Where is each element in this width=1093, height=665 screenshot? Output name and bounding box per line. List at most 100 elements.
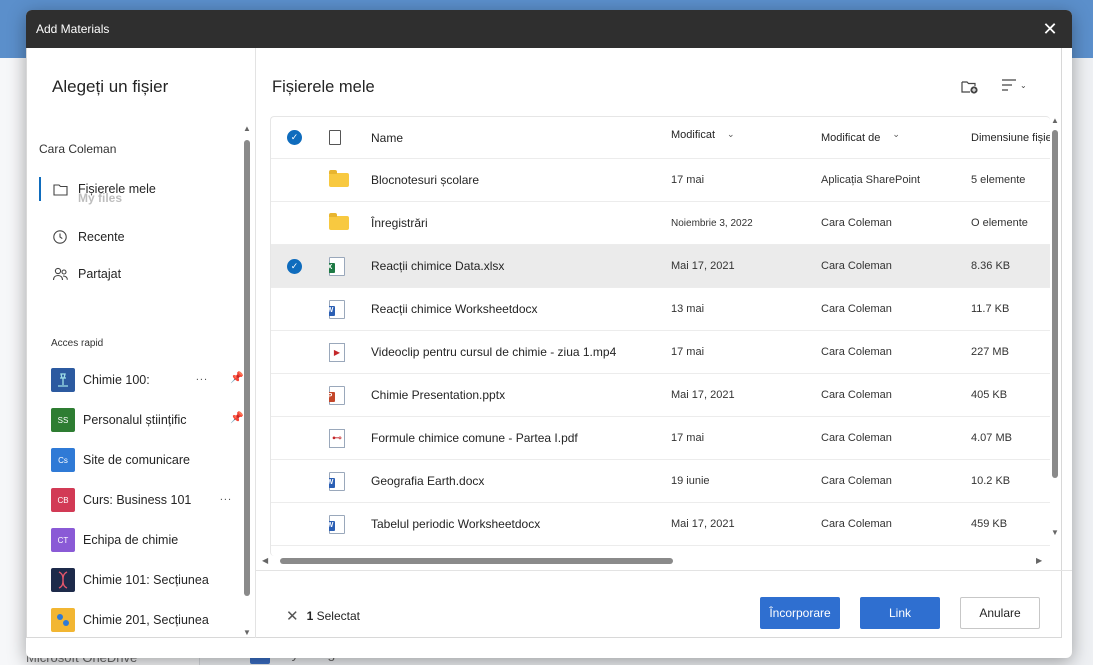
site-avatar: CB: [51, 488, 75, 512]
history-icon: [51, 228, 69, 246]
quick-access-item-curs-business-101[interactable]: CB Curs: Business 101 ...: [51, 485, 231, 515]
quick-access-label: Site de comunicare: [83, 453, 191, 467]
quick-access-item-echipa-de-chimie[interactable]: CT Echipa de chimie: [51, 525, 226, 555]
scrollbar-thumb[interactable]: [1052, 130, 1058, 478]
video-file-icon: ▶: [329, 331, 353, 373]
sidebar-scrollbar[interactable]: ▲ ▼: [243, 124, 251, 638]
file-list-horizontal-scrollbar[interactable]: ◀ ▶: [262, 556, 1048, 566]
pdf-file-icon: ⊷: [329, 417, 353, 459]
row-checkbox[interactable]: [287, 417, 307, 459]
selected-count: 1: [306, 609, 314, 623]
file-modified: Mai 17, 2021: [671, 518, 735, 530]
scroll-up-arrow-icon[interactable]: ▲: [243, 124, 251, 133]
table-row[interactable]: ▶ Videoclip pentru cursul de chimie - zi…: [271, 331, 1050, 374]
selection-status: ✕ 1 Selectat: [286, 607, 360, 625]
sort-view-button[interactable]: ⌄: [1001, 79, 1027, 91]
scroll-left-arrow-icon[interactable]: ◀: [262, 556, 268, 565]
scrollbar-thumb[interactable]: [280, 558, 673, 564]
word-file-icon: W: [329, 460, 353, 502]
file-modified-by: Cara Coleman: [821, 346, 892, 358]
file-modified: Mai 17, 2021: [671, 260, 735, 272]
cancel-button[interactable]: Anulare: [960, 597, 1040, 629]
sidebar-item-my-files[interactable]: Fișierele mele My files: [39, 175, 239, 205]
close-icon[interactable]: ✕: [1040, 19, 1060, 40]
scroll-down-arrow-icon[interactable]: ▼: [243, 628, 251, 637]
new-folder-icon[interactable]: [961, 79, 979, 97]
file-name[interactable]: Videoclip pentru cursul de chimie - ziua…: [371, 331, 661, 373]
row-checkbox[interactable]: [287, 159, 307, 201]
quick-access-item-site-de-comunicare[interactable]: Cs Site de comunicare: [51, 445, 226, 475]
people-icon: [51, 265, 69, 283]
scroll-up-arrow-icon[interactable]: ▲: [1051, 116, 1059, 125]
more-options-icon[interactable]: ...: [196, 371, 208, 383]
file-name[interactable]: Chimie Presentation.pptx: [371, 374, 661, 416]
table-row[interactable]: Înregistrări Noiembrie 3, 2022 Cara Cole…: [271, 202, 1050, 245]
file-name[interactable]: Reacții chimice Data.xlsx: [371, 245, 661, 287]
column-header-file-size[interactable]: Dimensiune fișier: [971, 117, 1050, 158]
table-row[interactable]: P Chimie Presentation.pptx Mai 17, 2021 …: [271, 374, 1050, 417]
table-row[interactable]: W Reacții chimice Worksheetdocx 13 mai C…: [271, 288, 1050, 331]
file-type-column-header[interactable]: [329, 117, 353, 158]
quick-access-item-chimie-201[interactable]: Chimie 201, Secțiunea: [51, 605, 226, 635]
sidebar-item-recent[interactable]: Recente: [39, 223, 239, 251]
embed-button[interactable]: Încorporare: [760, 597, 840, 629]
pin-icon[interactable]: 📌: [230, 371, 244, 384]
folder-icon: [329, 159, 353, 201]
row-checkbox[interactable]: [287, 503, 307, 545]
quick-access-heading: Acces rapid: [51, 338, 104, 349]
quick-access-item-chimie-101[interactable]: Chimie 101: Secțiunea: [51, 565, 226, 595]
row-checkbox[interactable]: [287, 460, 307, 502]
sidebar-item-label: Recente: [78, 230, 125, 244]
file-name[interactable]: Blocnotesuri școlare: [371, 159, 661, 201]
row-checkbox[interactable]: [287, 288, 307, 330]
column-header-name[interactable]: Name: [371, 117, 661, 158]
folder-icon: [329, 202, 353, 244]
file-name[interactable]: Reacții chimice Worksheetdocx: [371, 288, 661, 330]
row-checkbox[interactable]: [287, 202, 307, 244]
column-header-modified[interactable]: Modificat ⌄: [671, 117, 811, 158]
file-name[interactable]: Înregistrări: [371, 202, 661, 244]
table-row[interactable]: Blocnotesuri școlare 17 mai Aplicația Sh…: [271, 159, 1050, 202]
pin-icon[interactable]: 📌: [230, 411, 244, 424]
link-button[interactable]: Link: [860, 597, 940, 629]
file-list-vertical-scrollbar[interactable]: ▲ ▼: [1050, 116, 1060, 537]
scroll-right-arrow-icon[interactable]: ▶: [1036, 556, 1042, 565]
file-size: O elemente: [971, 217, 1028, 229]
file-name[interactable]: Geografia Earth.docx: [371, 460, 661, 502]
row-checkbox[interactable]: [287, 374, 307, 416]
row-checkbox[interactable]: [287, 331, 307, 373]
table-row[interactable]: W Tabelul periodic Worksheetdocx Mai 17,…: [271, 503, 1050, 546]
file-modified: 13 mai: [671, 303, 705, 315]
column-header-modified-by[interactable]: Modificat de ⌄: [821, 117, 961, 158]
file-table: ✓ Name Modificat ⌄ Modificat de ⌄ Dimensiu…: [270, 116, 1050, 556]
powerpoint-file-icon: P: [329, 374, 353, 416]
site-avatar: Cs: [51, 448, 75, 472]
quick-access-label: Curs: Business 101: [83, 493, 192, 507]
quick-access-label: Chimie 101: Secțiunea: [83, 573, 209, 587]
scrollbar-thumb[interactable]: [244, 140, 250, 596]
row-checkbox[interactable]: ✓: [287, 245, 307, 287]
table-row-selected[interactable]: ✓ X Reacții chimice Data.xlsx Mai 17, 20…: [271, 245, 1050, 288]
sidebar-item-shared[interactable]: Partajat: [39, 260, 239, 288]
file-modified: 19 iunie: [671, 475, 710, 487]
clear-selection-icon[interactable]: ✕: [286, 607, 299, 625]
file-list-panel: Fișierele mele ⌄ ✓ Name Modificat ⌄ Modif…: [256, 48, 1072, 638]
quick-access-item-chimie-100[interactable]: Chimie 100: ... 📌: [51, 365, 244, 395]
quick-access-item-personalul-stiintific[interactable]: SS Personalul științific 📌: [51, 405, 244, 435]
table-row[interactable]: ⊷ Formule chimice comune - Partea I.pdf …: [271, 417, 1050, 460]
chevron-down-icon: ⌄: [1020, 80, 1027, 90]
table-row[interactable]: W Geografia Earth.docx 19 iunie Cara Col…: [271, 460, 1050, 503]
select-all-checkbox[interactable]: ✓: [287, 117, 307, 158]
file-picker-sidebar: Alegeți un fișier Cara Coleman Fișierele…: [26, 48, 256, 638]
site-avatar: [51, 568, 75, 592]
more-options-icon[interactable]: ...: [220, 491, 232, 503]
scroll-down-arrow-icon[interactable]: ▼: [1051, 528, 1059, 537]
site-avatar: [51, 608, 75, 632]
file-name[interactable]: Tabelul periodic Worksheetdocx: [371, 503, 661, 545]
add-materials-dialog: Add Materials ✕ Alegeți un fișier Cara C…: [26, 10, 1072, 658]
file-name[interactable]: Formule chimice comune - Partea I.pdf: [371, 417, 661, 459]
quick-access-label: Personalul științific: [83, 413, 187, 427]
dialog-titlebar: Add Materials ✕: [26, 10, 1072, 48]
chevron-down-icon: ⌄: [727, 129, 735, 139]
file-modified-by: Cara Coleman: [821, 260, 892, 272]
